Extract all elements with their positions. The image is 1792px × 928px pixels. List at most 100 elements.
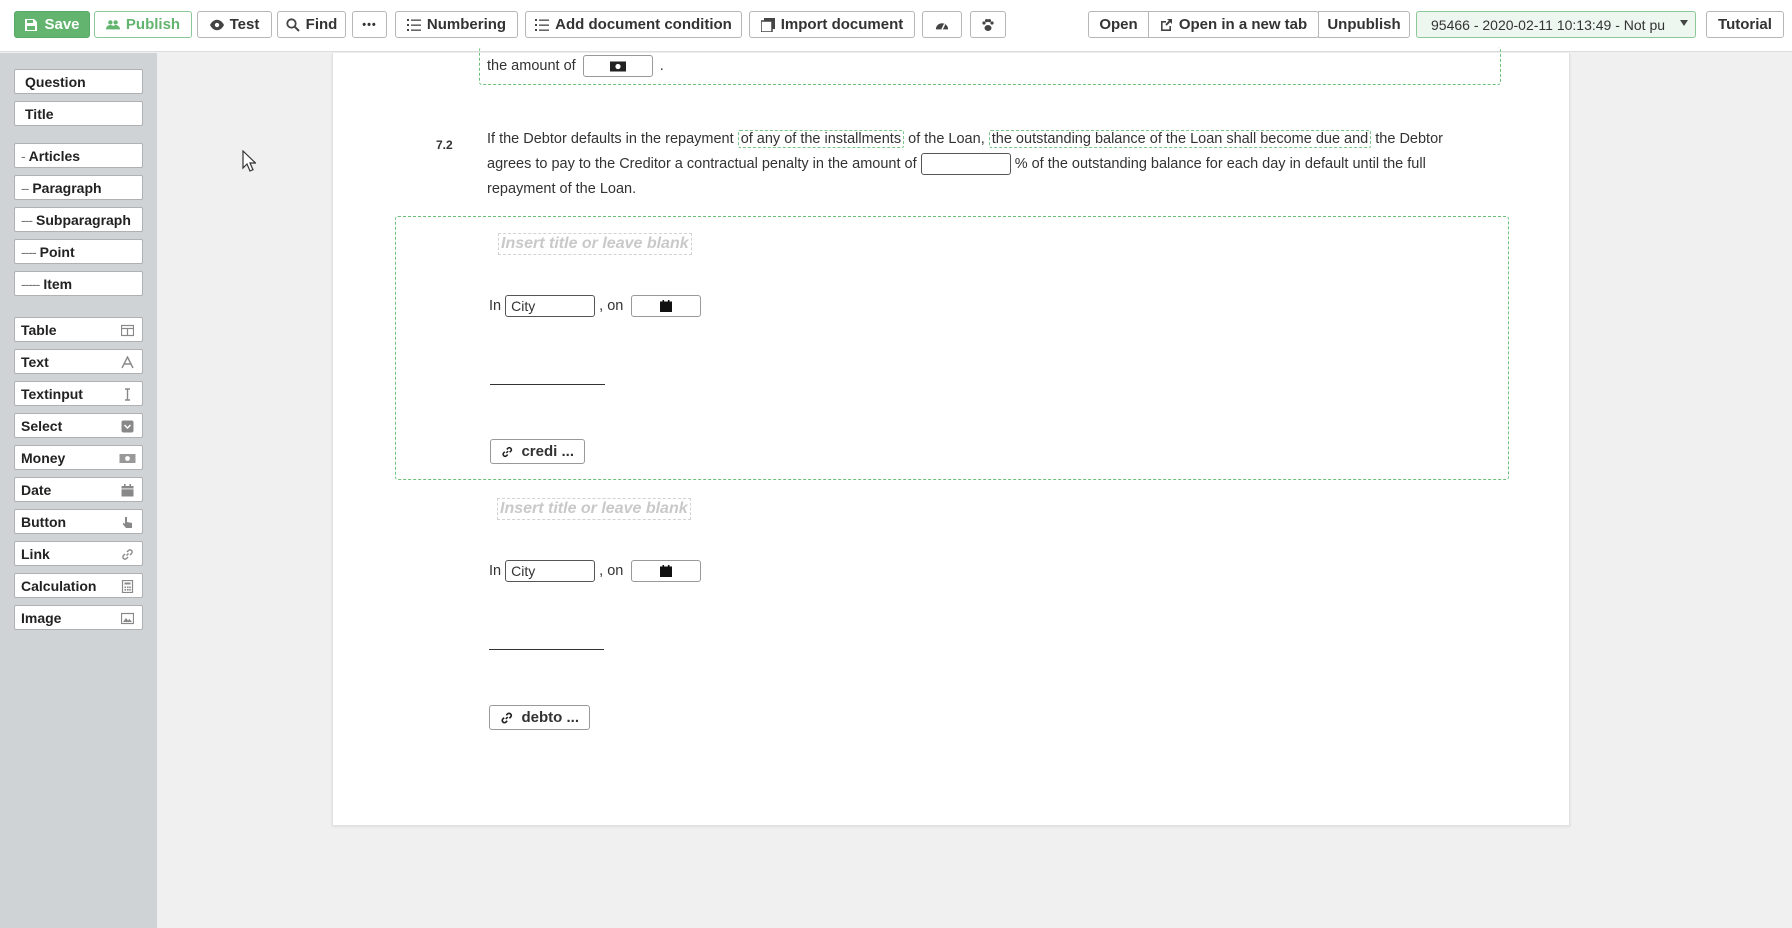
list-icon bbox=[535, 18, 550, 31]
link-icon bbox=[502, 446, 513, 457]
palette-label: Text bbox=[21, 353, 49, 370]
clause-text: of the Loan, bbox=[908, 131, 985, 147]
palette-label: Articles bbox=[28, 147, 81, 164]
link-label: debto ... bbox=[521, 709, 580, 726]
condition-span[interactable]: of any of the installments bbox=[737, 130, 905, 148]
clause-text: If the Debtor defaults in the repayment bbox=[487, 131, 734, 147]
publish-button[interactable]: Publish bbox=[94, 11, 192, 38]
users-icon bbox=[105, 19, 120, 29]
palette-label: Money bbox=[21, 449, 66, 466]
creditor-link-button[interactable]: credi ... bbox=[490, 439, 585, 464]
palette-title[interactable]: Title bbox=[14, 101, 143, 126]
palette-articles[interactable]: - Articles bbox=[14, 143, 143, 168]
calendar-icon bbox=[660, 300, 673, 313]
calendar-icon bbox=[660, 565, 673, 578]
unpublish-label: Unpublish bbox=[1327, 16, 1401, 33]
date-field[interactable] bbox=[631, 560, 702, 583]
document-page: the amount of . 7.2 If the Debtor defaul… bbox=[332, 47, 1570, 826]
condition-span[interactable]: the outstanding balance of the Loan shal… bbox=[988, 130, 1372, 148]
amount-line: the amount of . bbox=[487, 55, 664, 78]
palette-link[interactable]: Link bbox=[14, 541, 143, 566]
version-select[interactable]: 95466 - 2020-02-11 10:13:49 - Not pu bbox=[1416, 11, 1696, 38]
calendar-icon bbox=[121, 484, 134, 497]
open-button[interactable]: Open bbox=[1089, 12, 1149, 37]
clause-line-1: If the Debtor defaults in the repayment … bbox=[487, 127, 1443, 152]
palette-label: Table bbox=[21, 321, 57, 338]
palette-calculation[interactable]: Calculation bbox=[14, 573, 143, 598]
find-label: Find bbox=[305, 16, 338, 33]
open-new-tab-button[interactable]: Open in a new tab bbox=[1149, 12, 1317, 37]
test-button[interactable]: Test bbox=[197, 11, 272, 38]
palette-item[interactable]: ----- Item bbox=[14, 271, 143, 296]
open-new-tab-label: Open in a new tab bbox=[1178, 16, 1308, 33]
copy-icon bbox=[760, 17, 775, 32]
level-prefix: - bbox=[21, 147, 26, 164]
palette-label: Textinput bbox=[21, 385, 83, 402]
save-icon bbox=[25, 18, 38, 31]
save-button[interactable]: Save bbox=[14, 11, 90, 38]
eye-icon bbox=[209, 19, 224, 30]
clause-line-2: agrees to pay to the Creditor a contract… bbox=[487, 152, 1426, 177]
numbering-button[interactable]: Numbering bbox=[395, 11, 518, 38]
select-icon bbox=[121, 420, 134, 433]
palette-button[interactable]: Button bbox=[14, 509, 143, 534]
palette-table[interactable]: Table bbox=[14, 317, 143, 342]
import-document-button[interactable]: Import document bbox=[749, 11, 915, 38]
level-prefix: --- bbox=[21, 211, 33, 228]
palette-point[interactable]: ---- Point bbox=[14, 239, 143, 264]
city-input[interactable]: City bbox=[505, 295, 596, 318]
more-options-button[interactable]: ••• bbox=[352, 11, 387, 38]
block-palette-sidebar: Question Title - Articles -- Paragraph ---… bbox=[0, 53, 157, 928]
external-link-icon bbox=[1160, 18, 1172, 31]
palette-question[interactable]: Question bbox=[14, 69, 143, 94]
publish-label: Publish bbox=[125, 16, 181, 33]
money-icon bbox=[609, 61, 626, 72]
palette-textinput[interactable]: Textinput bbox=[14, 381, 143, 406]
palette-money[interactable]: Money bbox=[14, 445, 143, 470]
palette-label: Calculation bbox=[21, 577, 97, 594]
version-value: 95466 - 2020-02-11 10:13:49 - Not pu bbox=[1431, 16, 1666, 33]
image-icon bbox=[121, 612, 134, 625]
level-prefix: -- bbox=[21, 179, 29, 196]
test-label: Test bbox=[229, 16, 260, 33]
clause-text: agrees to pay to the Creditor a contract… bbox=[487, 156, 917, 172]
city-input[interactable]: City bbox=[505, 560, 596, 583]
text-icon bbox=[121, 356, 134, 369]
list-numbered-icon bbox=[406, 18, 421, 31]
date-field[interactable] bbox=[631, 295, 702, 318]
palette-image[interactable]: Image bbox=[14, 605, 143, 630]
text-cursor-icon bbox=[125, 388, 130, 401]
import-label: Import document bbox=[780, 16, 904, 33]
unpublish-button[interactable]: Unpublish bbox=[1318, 11, 1410, 38]
link-icon bbox=[122, 549, 133, 560]
palette-subparagraph[interactable]: --- Subparagraph bbox=[14, 207, 143, 232]
period-text: . bbox=[659, 58, 664, 74]
percentage-input[interactable] bbox=[920, 153, 1011, 176]
add-document-condition-button[interactable]: Add document condition bbox=[525, 11, 742, 38]
top-toolbar: Save Publish Test Find ••• Numbering Add… bbox=[0, 0, 1792, 52]
amount-text: the amount of bbox=[487, 58, 576, 74]
palette-text[interactable]: Text bbox=[14, 349, 143, 374]
signature-line bbox=[489, 649, 604, 650]
palette-label: Paragraph bbox=[32, 179, 102, 196]
tutorial-label: Tutorial bbox=[1718, 16, 1772, 33]
tachometer-icon bbox=[935, 22, 949, 30]
paw-icon bbox=[982, 18, 994, 31]
palette-select[interactable]: Select bbox=[14, 413, 143, 438]
money-icon bbox=[119, 454, 136, 463]
find-button[interactable]: Find bbox=[277, 11, 346, 38]
palette-date[interactable]: Date bbox=[14, 477, 143, 502]
title-placeholder[interactable]: Insert title or leave blank bbox=[497, 498, 691, 520]
tutorial-button[interactable]: Tutorial bbox=[1706, 11, 1784, 38]
place-date-line: In City , on bbox=[489, 559, 702, 583]
paw-button[interactable] bbox=[970, 11, 1006, 38]
level-prefix: ---- bbox=[21, 243, 37, 260]
money-field[interactable] bbox=[582, 55, 653, 78]
open-button-group: Open Open in a new tab bbox=[1088, 11, 1319, 38]
dashboard-button[interactable] bbox=[922, 11, 962, 38]
title-placeholder[interactable]: Insert title or leave blank bbox=[498, 233, 692, 255]
debtor-link-button[interactable]: debto ... bbox=[489, 705, 590, 730]
calculator-icon bbox=[121, 580, 134, 593]
palette-paragraph[interactable]: -- Paragraph bbox=[14, 175, 143, 200]
palette-label: Image bbox=[21, 609, 62, 626]
